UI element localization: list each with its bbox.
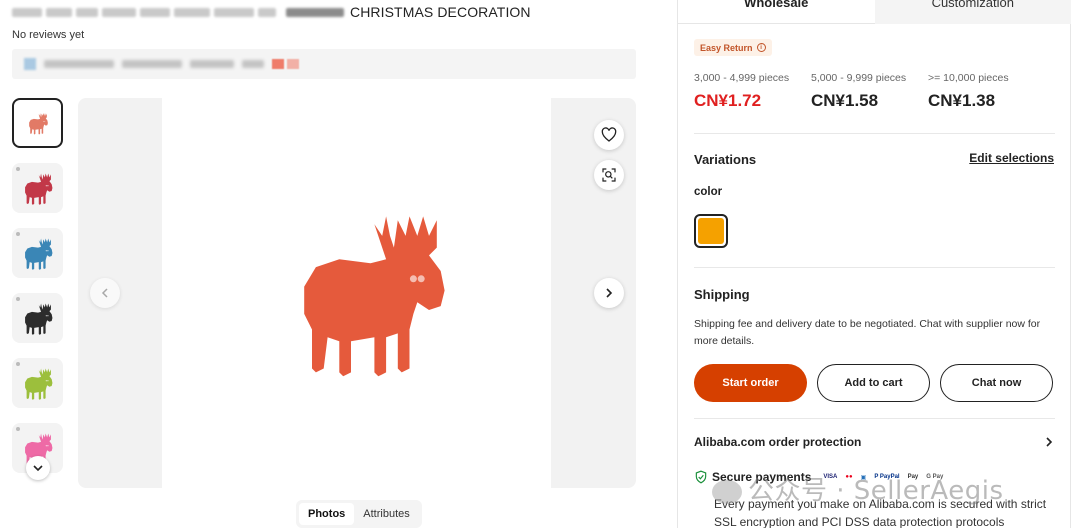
price-tier-2: 5,000 - 9,999 pieces CN¥1.58 — [811, 72, 907, 110]
thumbnail-4[interactable] — [12, 358, 63, 408]
product-title: CHRISTMAS DECORATION — [12, 3, 531, 21]
favorite-button[interactable] — [594, 120, 624, 150]
order-protection-row[interactable]: Alibaba.com order protection — [694, 435, 1055, 449]
tab-customization[interactable]: Customization — [874, 0, 1071, 24]
moose-image — [24, 238, 52, 270]
blurred-text — [122, 60, 182, 68]
thumbnail-3[interactable] — [12, 293, 63, 343]
blurred-text — [102, 7, 136, 17]
tab-attributes[interactable]: Attributes — [354, 503, 418, 525]
tab-photos[interactable]: Photos — [299, 503, 355, 525]
next-image-button[interactable] — [594, 278, 624, 308]
chevron-right-icon — [1046, 437, 1053, 447]
moose-image — [28, 113, 48, 135]
start-order-button[interactable]: Start order — [694, 364, 807, 402]
order-protection-title: Alibaba.com order protection — [694, 435, 862, 449]
moose-image — [24, 173, 52, 205]
image-search-button[interactable] — [594, 160, 624, 190]
indicator-dot — [16, 297, 20, 301]
chevron-left-icon — [101, 288, 108, 298]
easy-return-badge[interactable]: Easy Return i — [694, 39, 772, 56]
thumbnail-2[interactable] — [12, 228, 63, 278]
divider — [694, 133, 1055, 134]
indicator-dot — [16, 362, 20, 366]
main-product-image[interactable] — [273, 193, 468, 388]
product-title-text: CHRISTMAS DECORATION — [350, 4, 531, 20]
price-tier-1: 3,000 - 4,999 pieces CN¥1.72 — [694, 72, 790, 110]
chat-now-button[interactable]: Chat now — [940, 364, 1053, 402]
moose-image — [24, 303, 52, 335]
watermark: 公众号 · SellerAegis — [712, 470, 1004, 507]
chevron-right-icon — [606, 288, 613, 298]
blurred-text — [76, 7, 98, 17]
purchase-panel: Wholesale Customization Easy Return i 3,… — [677, 0, 1071, 528]
visual-search-icon — [602, 168, 616, 182]
badge-icon — [287, 59, 299, 69]
divider — [694, 418, 1055, 419]
shipping-title: Shipping — [694, 287, 750, 302]
reviews-count[interactable]: No reviews yet — [12, 29, 84, 41]
wechat-icon — [712, 479, 742, 504]
blurred-text — [174, 7, 210, 17]
supplier-icon — [24, 58, 36, 70]
variations-title: Variations — [694, 152, 757, 167]
edit-selections-link[interactable]: Edit selections — [969, 151, 1054, 165]
price-tier-3: >= 10,000 pieces CN¥1.38 — [928, 72, 1009, 110]
moose-image — [24, 368, 52, 400]
supplier-info-strip[interactable] — [12, 49, 636, 79]
thumbnail-1[interactable] — [12, 163, 63, 213]
blurred-text — [46, 7, 72, 17]
indicator-dot — [16, 167, 20, 171]
blurred-text — [190, 60, 234, 68]
divider — [694, 267, 1055, 268]
gallery-view-tabs: Photos Attributes — [296, 500, 422, 528]
thumbnails-scroll-down-button[interactable] — [26, 456, 50, 480]
thumbnail-0[interactable] — [12, 98, 63, 148]
badge-icon — [272, 59, 284, 69]
chevron-down-icon — [33, 465, 43, 472]
blurred-text — [286, 7, 344, 17]
color-label: color — [694, 186, 723, 198]
color-swatch-orange[interactable] — [694, 214, 728, 248]
swatch-fill — [698, 218, 724, 244]
blurred-text — [214, 7, 254, 17]
blurred-text — [44, 60, 114, 68]
tab-wholesale[interactable]: Wholesale — [678, 0, 875, 24]
info-icon: i — [756, 43, 766, 52]
purchase-tabs: Wholesale Customization — [678, 0, 1071, 24]
main-gallery — [78, 98, 636, 488]
heart-icon — [601, 127, 617, 142]
blurred-text — [12, 7, 42, 17]
shipping-text: Shipping fee and delivery date to be neg… — [694, 318, 1041, 347]
indicator-dot — [16, 232, 20, 236]
shield-check-icon — [695, 470, 707, 484]
blurred-text — [258, 7, 276, 17]
prev-image-button[interactable] — [90, 278, 120, 308]
blurred-text — [140, 7, 170, 17]
blurred-text — [242, 60, 264, 68]
thumbnail-list — [12, 98, 63, 488]
add-to-cart-button[interactable]: Add to cart — [817, 364, 930, 402]
indicator-dot — [16, 427, 20, 431]
